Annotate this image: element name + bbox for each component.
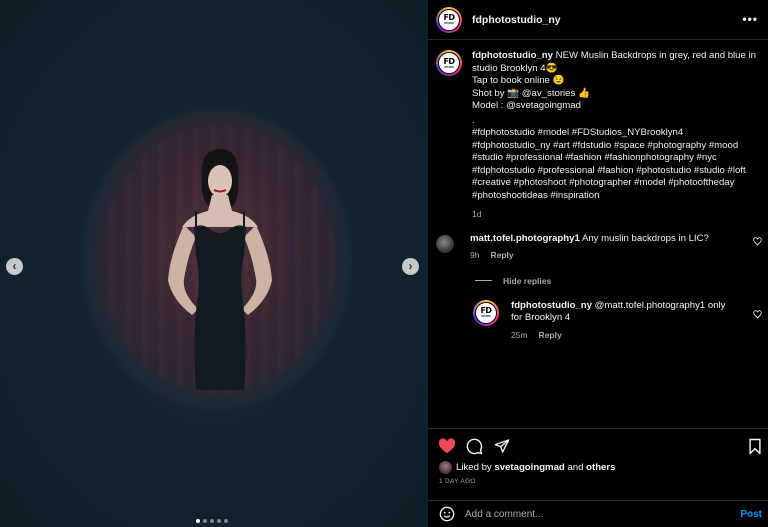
hide-replies-button[interactable]: Hide replies [475,274,768,288]
carousel-dot [224,519,228,523]
avatar-logo-subtext: STUDIO [481,315,491,318]
comment-icon[interactable] [466,438,483,455]
comment-time[interactable]: 9h [470,250,479,260]
post-side-panel: FD STUDIO fdphotostudio_ny ••• FD STUDIO… [428,0,768,527]
reply-button[interactable]: Reply [490,250,513,260]
liked-user[interactable]: svetagoingmad [494,462,564,473]
divider [475,280,492,281]
post-timestamp[interactable]: 1 DAY AGO [428,478,768,485]
chevron-right-icon: › [408,259,413,273]
heart-filled-icon[interactable] [438,438,456,454]
carousel-dot [217,519,221,523]
prev-slide-button[interactable]: ‹ [6,258,23,275]
chevron-left-icon: ‹ [12,259,17,273]
avatar[interactable] [439,461,452,474]
reply-button[interactable]: Reply [539,330,562,340]
carousel-dots [196,519,228,523]
avatar-logo-text: FD [443,56,455,66]
comment-text: Any muslin backdrops in LIC? [581,232,709,244]
avatar-logo-text: FD [443,13,455,22]
avatar-logo-subtext: STUDIO [444,22,454,25]
reply-time[interactable]: 25m [511,330,528,340]
carousel-dot [203,519,207,523]
share-icon[interactable] [494,438,510,454]
comment-input[interactable] [465,508,715,520]
post-caption: FD STUDIO fdphotostudio_ny NEW Muslin Ba… [428,41,768,221]
add-comment-bar: Post [428,500,768,527]
avatar[interactable] [436,234,454,253]
caption-time[interactable]: 1d [472,209,481,219]
header-username[interactable]: fdphotostudio_ny [472,14,561,26]
post-header: FD STUDIO fdphotostudio_ny ••• [428,0,768,40]
comments-list[interactable]: FD STUDIO fdphotostudio_ny NEW Muslin Ba… [428,41,768,427]
liked-others-button[interactable]: others [586,462,615,473]
more-dots-icon[interactable]: ••• [742,12,758,26]
emoji-smile-icon[interactable] [439,506,455,522]
avatar-logo-subtext: STUDIO [444,65,454,69]
bookmark-icon[interactable] [748,438,762,455]
heart-outline-icon[interactable] [753,236,762,246]
liked-and: and [567,462,584,473]
next-slide-button[interactable]: › [402,258,419,275]
carousel-dot [210,519,214,523]
post-media[interactable]: ‹ › [0,0,428,527]
reply-username[interactable]: fdphotostudio_ny [511,300,592,311]
model-figure [168,149,272,390]
likes-summary: Liked by svetagoingmad and others [428,461,768,474]
caption-line: . [472,114,475,126]
post-button[interactable]: Post [740,509,762,520]
heart-outline-icon[interactable] [753,309,762,319]
avatar[interactable]: FD STUDIO [473,299,499,326]
avatar[interactable]: FD STUDIO [436,50,462,76]
avatar[interactable]: FD STUDIO [436,6,462,33]
reply-item: FD STUDIO fdphotostudio_ny @matt.tofel.p… [428,299,768,342]
liked-by-prefix: Liked by [456,462,492,473]
hide-replies-label: Hide replies [503,275,552,286]
caption-hashtags: #fdphotostudio #model #FDStudios_NYBrook… [472,127,746,201]
carousel-dot [196,519,200,523]
post-actions: Liked by svetagoingmad and others 1 DAY … [428,428,768,500]
comment-item: matt.tofel.photography1 Any muslin backd… [428,233,768,262]
caption-username[interactable]: fdphotostudio_ny [472,50,553,61]
caption-line: Shot by 📸 @av_stories 👍 [472,87,590,99]
avatar-logo-text: FD [480,306,492,315]
caption-line: Tap to book online 😉 [472,75,565,86]
caption-line: Model : @svetagoingmad [472,100,581,111]
comment-username[interactable]: matt.tofel.photography1 [470,233,580,244]
